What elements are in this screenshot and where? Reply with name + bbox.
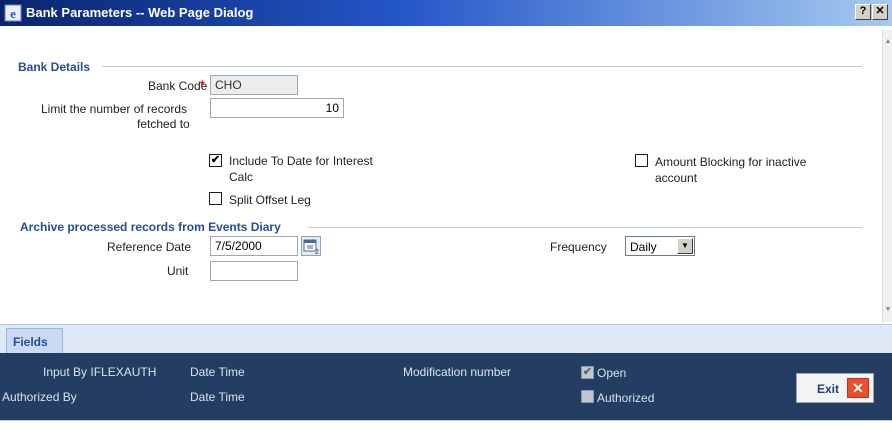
- authorized-by-label: Authorized By: [2, 390, 77, 404]
- include-to-date-label-line2: Calc: [229, 170, 254, 184]
- exit-button[interactable]: Exit ✕: [796, 373, 874, 403]
- main-content: Bank Details Bank Code * CHO Limit the n…: [10, 30, 882, 322]
- frequency-selected-value: Daily: [630, 240, 657, 254]
- svg-text:2: 2: [315, 249, 319, 255]
- svg-text:e: e: [10, 6, 16, 21]
- section-divider: [102, 66, 862, 67]
- input-by-label: Input By IFLEXAUTH: [43, 365, 157, 379]
- limit-records-label-line2: fetched to: [137, 117, 190, 131]
- unit-field[interactable]: [210, 261, 298, 281]
- exit-button-label: Exit: [817, 382, 840, 396]
- authorized-label: Authorized: [597, 391, 655, 405]
- bank-details-section-title: Bank Details: [18, 60, 91, 74]
- amount-blocking-checkbox[interactable]: [635, 154, 648, 167]
- required-marker: *: [200, 78, 205, 92]
- open-checkbox: ✔: [581, 366, 594, 379]
- amount-blocking-label-line2: account: [655, 171, 698, 185]
- window-title: Bank Parameters -- Web Page Dialog: [26, 5, 254, 20]
- modification-number-label: Modification number: [403, 365, 512, 379]
- limit-records-label-line1: Limit the number of records: [41, 102, 188, 116]
- status-strip: [0, 420, 892, 431]
- frequency-select[interactable]: Daily ▼: [625, 236, 695, 256]
- reference-date-label: Reference Date: [107, 240, 192, 254]
- tab-fields[interactable]: Fields: [6, 328, 63, 354]
- limit-records-field[interactable]: 10: [210, 98, 344, 118]
- bank-code-field[interactable]: CHO: [210, 75, 298, 95]
- scroll-down-icon[interactable]: ▼: [884, 306, 892, 314]
- window-close-button[interactable]: ✕: [872, 4, 888, 20]
- help-button[interactable]: ?: [855, 4, 871, 20]
- close-x-icon: ✕: [847, 378, 869, 398]
- chevron-down-icon[interactable]: ▼: [677, 238, 693, 254]
- tab-bar: Fields: [0, 324, 892, 354]
- window-titlebar: e Bank Parameters -- Web Page Dialog ? ✕: [0, 0, 892, 26]
- open-label: Open: [597, 366, 627, 380]
- section-divider: [308, 227, 862, 228]
- ie-dialog-icon: e: [4, 4, 22, 22]
- reference-date-field[interactable]: 7/5/2000: [210, 236, 298, 256]
- date-time-label: Date Time: [190, 365, 245, 379]
- date-time-label: Date Time: [190, 390, 245, 404]
- include-to-date-checkbox[interactable]: ✔: [209, 154, 222, 167]
- frequency-label: Frequency: [550, 240, 607, 254]
- vertical-scrollbar[interactable]: ▲ ▼: [882, 30, 892, 322]
- include-to-date-label-line1: Include To Date for Interest: [229, 154, 373, 168]
- authorized-checkbox: [581, 390, 594, 403]
- split-offset-leg-label: Split Offset Leg: [229, 193, 311, 207]
- archive-section-title: Archive processed records from Events Di…: [20, 220, 281, 234]
- calendar-icon[interactable]: 2: [301, 236, 321, 256]
- amount-blocking-label-line1: Amount Blocking for inactive: [655, 155, 807, 169]
- unit-label: Unit: [167, 264, 189, 278]
- audit-footer: Input By IFLEXAUTH Date Time Authorized …: [0, 353, 892, 420]
- bank-code-label: Bank Code: [148, 79, 208, 93]
- split-offset-leg-checkbox[interactable]: [209, 192, 222, 205]
- scroll-up-icon[interactable]: ▲: [884, 38, 892, 46]
